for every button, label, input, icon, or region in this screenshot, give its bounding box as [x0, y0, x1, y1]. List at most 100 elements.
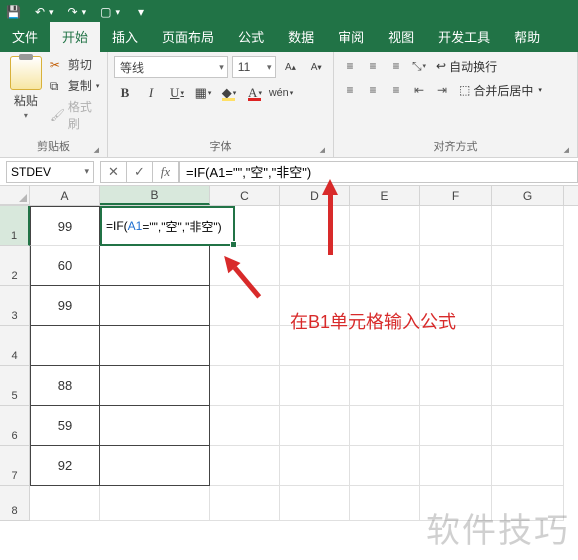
orientation-button[interactable]: ⤡ — [409, 56, 429, 76]
col-E-header[interactable]: E — [350, 186, 420, 205]
col-D-header[interactable]: D — [280, 186, 350, 205]
row-8-header[interactable]: 8 — [0, 486, 30, 521]
cell-E2[interactable] — [350, 246, 420, 286]
align-top-button[interactable]: ≡ — [340, 56, 360, 76]
select-all-corner[interactable] — [0, 186, 30, 205]
cell-A2[interactable]: 60 — [30, 246, 100, 286]
align-middle-button[interactable]: ≡ — [363, 56, 383, 76]
row-1-header[interactable]: 1 — [0, 206, 30, 246]
qat-customize-icon[interactable]: ▾ — [138, 5, 144, 19]
font-color-button[interactable]: A — [244, 82, 266, 104]
row-7-header[interactable]: 7 — [0, 446, 30, 486]
cell-F1[interactable] — [420, 206, 492, 246]
align-center-button[interactable]: ≡ — [363, 80, 383, 100]
merge-center-button[interactable]: ⬚合并后居中▾ — [455, 82, 546, 99]
cell-A7[interactable]: 92 — [30, 446, 100, 486]
cell-B8[interactable] — [100, 486, 210, 521]
cell-D2[interactable] — [280, 246, 350, 286]
col-G-header[interactable]: G — [492, 186, 564, 205]
col-C-header[interactable]: C — [210, 186, 280, 205]
italic-button[interactable]: I — [140, 82, 162, 104]
cell-G1[interactable] — [492, 206, 564, 246]
row-4-header[interactable]: 4 — [0, 326, 30, 366]
cell-C6[interactable] — [210, 406, 280, 446]
cell-G2[interactable] — [492, 246, 564, 286]
cell-B3[interactable] — [100, 286, 210, 326]
cell-C4[interactable] — [210, 326, 280, 366]
copy-button[interactable]: ⧉复制▾ — [50, 77, 101, 94]
indent-left-button[interactable]: ⇤ — [409, 80, 429, 100]
cell-E5[interactable] — [350, 366, 420, 406]
cell-B6[interactable] — [100, 406, 210, 446]
tab-formulas[interactable]: 公式 — [226, 22, 276, 52]
cell-F6[interactable] — [420, 406, 492, 446]
decrease-font-button[interactable]: A▾ — [305, 56, 327, 78]
cell-E6[interactable] — [350, 406, 420, 446]
cell-B5[interactable] — [100, 366, 210, 406]
row-2-header[interactable]: 2 — [0, 246, 30, 286]
align-left-button[interactable]: ≡ — [340, 80, 360, 100]
row-3-header[interactable]: 3 — [0, 286, 30, 326]
cell-D7[interactable] — [280, 446, 350, 486]
cell-E8[interactable] — [350, 486, 420, 521]
tab-dev[interactable]: 开发工具 — [426, 22, 502, 52]
cell-A5[interactable]: 88 — [30, 366, 100, 406]
cell-F5[interactable] — [420, 366, 492, 406]
cell-A8[interactable] — [30, 486, 100, 521]
cut-button[interactable]: ✂剪切 — [50, 56, 101, 73]
cell-D1[interactable] — [280, 206, 350, 246]
accept-formula-button[interactable]: ✓ — [127, 162, 153, 182]
bold-button[interactable]: B — [114, 82, 136, 104]
cell-B2[interactable] — [100, 246, 210, 286]
cell-A1[interactable]: 99 — [30, 206, 100, 246]
save-icon[interactable]: 💾 — [6, 5, 21, 19]
row-5-header[interactable]: 5 — [0, 366, 30, 406]
open-icon[interactable]: ▢ — [100, 5, 111, 19]
col-B-header[interactable]: B — [100, 186, 210, 205]
cell-B7[interactable] — [100, 446, 210, 486]
cell-A6[interactable]: 59 — [30, 406, 100, 446]
cell-G3[interactable] — [492, 286, 564, 326]
fill-handle[interactable] — [230, 241, 237, 248]
cell-G7[interactable] — [492, 446, 564, 486]
cell-D5[interactable] — [280, 366, 350, 406]
cell-E1[interactable] — [350, 206, 420, 246]
cell-G6[interactable] — [492, 406, 564, 446]
tab-file[interactable]: 文件 — [0, 22, 50, 52]
cell-A3[interactable]: 99 — [30, 286, 100, 326]
cell-C5[interactable] — [210, 366, 280, 406]
border-button[interactable]: ▦ — [192, 82, 214, 104]
cell-C7[interactable] — [210, 446, 280, 486]
phonetic-button[interactable]: wén — [270, 82, 292, 104]
name-box[interactable]: STDEV — [6, 161, 94, 183]
redo-icon[interactable]: ↷ — [68, 5, 78, 19]
cell-G5[interactable] — [492, 366, 564, 406]
tab-review[interactable]: 审阅 — [326, 22, 376, 52]
tab-insert[interactable]: 插入 — [100, 22, 150, 52]
increase-font-button[interactable]: A▴ — [280, 56, 302, 78]
cell-F7[interactable] — [420, 446, 492, 486]
underline-button[interactable]: U — [166, 82, 188, 104]
row-6-header[interactable]: 6 — [0, 406, 30, 446]
cell-C8[interactable] — [210, 486, 280, 521]
tab-layout[interactable]: 页面布局 — [150, 22, 226, 52]
cell-F2[interactable] — [420, 246, 492, 286]
col-F-header[interactable]: F — [420, 186, 492, 205]
cell-G4[interactable] — [492, 326, 564, 366]
align-right-button[interactable]: ≡ — [386, 80, 406, 100]
tab-data[interactable]: 数据 — [276, 22, 326, 52]
cancel-formula-button[interactable]: ✕ — [101, 162, 127, 182]
fill-color-button[interactable]: ◆ — [218, 82, 240, 104]
active-cell-B1[interactable]: =IF(A1="","空","非空") — [100, 206, 235, 246]
align-bottom-button[interactable]: ≡ — [386, 56, 406, 76]
insert-function-button[interactable]: fx — [153, 162, 179, 182]
wrap-text-button[interactable]: ↩自动换行 — [432, 58, 501, 75]
paste-button[interactable]: 粘贴 ▾ — [6, 56, 46, 120]
tab-help[interactable]: 帮助 — [502, 22, 552, 52]
cell-B4[interactable] — [100, 326, 210, 366]
formula-input[interactable]: =IF(A1="","空","非空") — [179, 161, 578, 183]
undo-icon[interactable]: ↶ — [35, 5, 45, 19]
col-A-header[interactable]: A — [30, 186, 100, 205]
cell-E7[interactable] — [350, 446, 420, 486]
format-painter-button[interactable]: 🖌格式刷 — [50, 98, 101, 132]
